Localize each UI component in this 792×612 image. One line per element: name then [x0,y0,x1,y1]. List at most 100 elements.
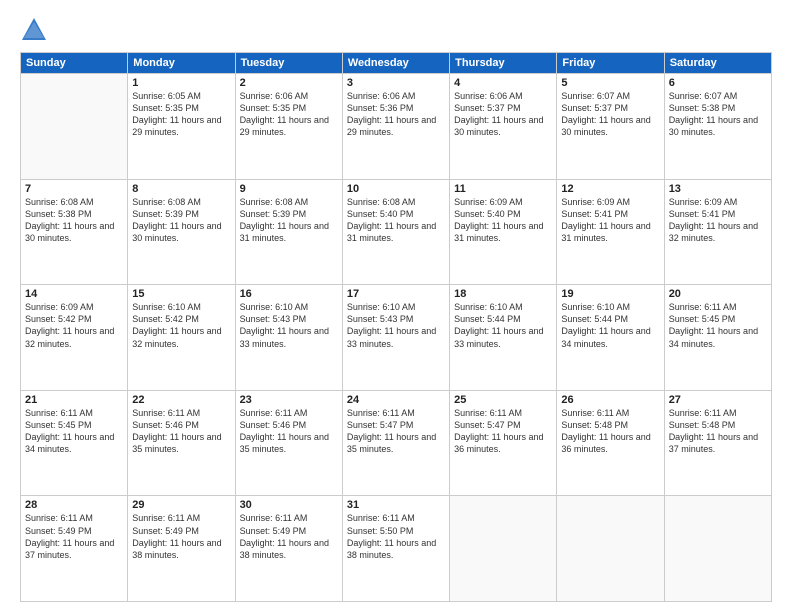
day-detail: Sunrise: 6:06 AMSunset: 5:37 PMDaylight:… [454,90,552,139]
day-detail: Sunrise: 6:11 AMSunset: 5:46 PMDaylight:… [132,407,230,456]
day-cell [450,496,557,602]
day-cell: 19Sunrise: 6:10 AMSunset: 5:44 PMDayligh… [557,285,664,391]
day-detail: Sunrise: 6:08 AMSunset: 5:39 PMDaylight:… [132,196,230,245]
day-cell: 23Sunrise: 6:11 AMSunset: 5:46 PMDayligh… [235,390,342,496]
day-number: 6 [669,77,767,89]
day-cell: 24Sunrise: 6:11 AMSunset: 5:47 PMDayligh… [342,390,449,496]
day-detail: Sunrise: 6:10 AMSunset: 5:44 PMDaylight:… [454,301,552,350]
day-number: 22 [132,394,230,406]
day-number: 19 [561,288,659,300]
week-row-2: 7Sunrise: 6:08 AMSunset: 5:38 PMDaylight… [21,179,772,285]
day-number: 7 [25,183,123,195]
day-detail: Sunrise: 6:11 AMSunset: 5:45 PMDaylight:… [25,407,123,456]
day-cell: 28Sunrise: 6:11 AMSunset: 5:49 PMDayligh… [21,496,128,602]
day-number: 5 [561,77,659,89]
day-detail: Sunrise: 6:10 AMSunset: 5:43 PMDaylight:… [347,301,445,350]
day-number: 15 [132,288,230,300]
day-cell: 9Sunrise: 6:08 AMSunset: 5:39 PMDaylight… [235,179,342,285]
weekday-friday: Friday [557,53,664,74]
calendar-table: SundayMondayTuesdayWednesdayThursdayFrid… [20,52,772,602]
day-cell: 31Sunrise: 6:11 AMSunset: 5:50 PMDayligh… [342,496,449,602]
day-cell: 10Sunrise: 6:08 AMSunset: 5:40 PMDayligh… [342,179,449,285]
day-number: 14 [25,288,123,300]
day-number: 27 [669,394,767,406]
day-detail: Sunrise: 6:05 AMSunset: 5:35 PMDaylight:… [132,90,230,139]
day-cell: 4Sunrise: 6:06 AMSunset: 5:37 PMDaylight… [450,74,557,180]
day-detail: Sunrise: 6:06 AMSunset: 5:36 PMDaylight:… [347,90,445,139]
day-cell: 11Sunrise: 6:09 AMSunset: 5:40 PMDayligh… [450,179,557,285]
day-number: 21 [25,394,123,406]
day-cell: 12Sunrise: 6:09 AMSunset: 5:41 PMDayligh… [557,179,664,285]
day-detail: Sunrise: 6:10 AMSunset: 5:43 PMDaylight:… [240,301,338,350]
day-detail: Sunrise: 6:08 AMSunset: 5:38 PMDaylight:… [25,196,123,245]
day-number: 12 [561,183,659,195]
week-row-3: 14Sunrise: 6:09 AMSunset: 5:42 PMDayligh… [21,285,772,391]
day-detail: Sunrise: 6:11 AMSunset: 5:48 PMDaylight:… [669,407,767,456]
week-row-5: 28 Sunrise: 6:11 AMSunset: 5:49 PMDayligh… [21,496,772,602]
day-detail: Sunrise: 6:09 AMSunset: 5:42 PMDaylight:… [25,301,123,350]
day-detail: Sunrise: 6:06 AMSunset: 5:35 PMDaylight:… [240,90,338,139]
day-cell: 18Sunrise: 6:10 AMSunset: 5:44 PMDayligh… [450,285,557,391]
week-row-4: 21Sunrise: 6:11 AMSunset: 5:45 PMDayligh… [21,390,772,496]
day-detail: Sunrise: 6:10 AMSunset: 5:42 PMDaylight:… [132,301,230,350]
day-cell [21,74,128,180]
day-detail: Sunrise: 6:11 AMSunset: 5:47 PMDaylight:… [347,407,445,456]
day-detail: Sunrise: 6:11 AMSunset: 5:48 PMDaylight:… [561,407,659,456]
day-number: 1 [132,77,230,89]
day-number: 26 [561,394,659,406]
day-number: 30 [240,499,338,511]
day-detail: Sunrise: 6:11 AMSunset: 5:46 PMDaylight:… [240,407,338,456]
day-number: 11 [454,183,552,195]
day-number: 3 [347,77,445,89]
weekday-thursday: Thursday [450,53,557,74]
day-number: 31 [347,499,445,511]
day-cell: 22Sunrise: 6:11 AMSunset: 5:46 PMDayligh… [128,390,235,496]
day-number: 8 [132,183,230,195]
day-number: 23 [240,394,338,406]
day-number: 9 [240,183,338,195]
day-cell: 29Sunrise: 6:11 AMSunset: 5:49 PMDayligh… [128,496,235,602]
weekday-header-row: SundayMondayTuesdayWednesdayThursdayFrid… [21,53,772,74]
day-cell: 15Sunrise: 6:10 AMSunset: 5:42 PMDayligh… [128,285,235,391]
day-cell: 8Sunrise: 6:08 AMSunset: 5:39 PMDaylight… [128,179,235,285]
logo [20,16,52,44]
day-cell: 2Sunrise: 6:06 AMSunset: 5:35 PMDaylight… [235,74,342,180]
day-number: 25 [454,394,552,406]
day-cell: 20Sunrise: 6:11 AMSunset: 5:45 PMDayligh… [664,285,771,391]
day-detail: Sunrise: 6:09 AMSunset: 5:41 PMDaylight:… [669,196,767,245]
day-cell [557,496,664,602]
day-cell: 7Sunrise: 6:08 AMSunset: 5:38 PMDaylight… [21,179,128,285]
day-cell: 25Sunrise: 6:11 AMSunset: 5:47 PMDayligh… [450,390,557,496]
day-detail: Sunrise: 6:09 AMSunset: 5:41 PMDaylight:… [561,196,659,245]
page: SundayMondayTuesdayWednesdayThursdayFrid… [0,0,792,612]
day-number: 2 [240,77,338,89]
day-detail: Sunrise: 6:08 AMSunset: 5:39 PMDaylight:… [240,196,338,245]
day-detail: Sunrise: 6:07 AMSunset: 5:38 PMDaylight:… [669,90,767,139]
day-number: 18 [454,288,552,300]
day-cell: 21Sunrise: 6:11 AMSunset: 5:45 PMDayligh… [21,390,128,496]
weekday-sunday: Sunday [21,53,128,74]
day-cell: 26Sunrise: 6:11 AMSunset: 5:48 PMDayligh… [557,390,664,496]
day-number: 29 [132,499,230,511]
day-number: 4 [454,77,552,89]
day-cell: 17Sunrise: 6:10 AMSunset: 5:43 PMDayligh… [342,285,449,391]
day-number: 20 [669,288,767,300]
day-detail: Sunrise: 6:10 AMSunset: 5:44 PMDaylight:… [561,301,659,350]
day-number: 17 [347,288,445,300]
day-cell: 5Sunrise: 6:07 AMSunset: 5:37 PMDaylight… [557,74,664,180]
day-detail: Sunrise: 6:11 AMSunset: 5:47 PMDaylight:… [454,407,552,456]
day-number: 28 [25,499,123,511]
weekday-saturday: Saturday [664,53,771,74]
day-detail: Sunrise: 6:09 AMSunset: 5:40 PMDaylight:… [454,196,552,245]
day-detail: Sunrise: 6:11 AMSunset: 5:50 PMDaylight:… [347,512,445,561]
day-cell: 3Sunrise: 6:06 AMSunset: 5:36 PMDaylight… [342,74,449,180]
day-cell: 13Sunrise: 6:09 AMSunset: 5:41 PMDayligh… [664,179,771,285]
day-detail: Sunrise: 6:08 AMSunset: 5:40 PMDaylight:… [347,196,445,245]
day-number: 10 [347,183,445,195]
day-cell: 1Sunrise: 6:05 AMSunset: 5:35 PMDaylight… [128,74,235,180]
day-detail: Sunrise: 6:07 AMSunset: 5:37 PMDaylight:… [561,90,659,139]
day-detail: Sunrise: 6:11 AMSunset: 5:49 PMDaylight:… [240,512,338,561]
day-cell [664,496,771,602]
weekday-wednesday: Wednesday [342,53,449,74]
day-detail: Sunrise: 6:11 AMSunset: 5:45 PMDaylight:… [669,301,767,350]
